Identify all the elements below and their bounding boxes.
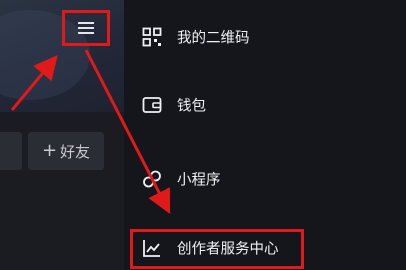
drawer-item-label: 我的二维码 — [177, 30, 250, 47]
drawer-item-label: 小程序 — [177, 172, 221, 189]
plus-icon: + — [41, 140, 58, 161]
menu-button[interactable] — [62, 10, 110, 46]
drawer-item-label: 钱包 — [177, 98, 206, 115]
drawer-item-label: 创作者服务中心 — [177, 241, 279, 258]
profile-pane: + 好友 — [0, 0, 124, 270]
qr-code-icon — [142, 27, 162, 47]
creator-chart-icon — [143, 240, 160, 257]
drawer-item-wallet[interactable]: 钱包 — [124, 85, 406, 125]
edit-profile-button[interactable] — [0, 132, 22, 170]
add-friend-label: 好友 — [60, 142, 91, 161]
drawer-item-qr-code[interactable]: 我的二维码 — [124, 17, 406, 57]
wallet-icon — [142, 97, 162, 113]
drawer-item-creator-center[interactable]: 创作者服务中心 — [130, 229, 406, 267]
mini-program-icon — [143, 170, 161, 188]
drawer-item-mini-program[interactable]: 小程序 — [124, 159, 406, 199]
hamburger-menu-icon — [78, 22, 94, 34]
add-friend-button[interactable]: + 好友 — [28, 132, 104, 170]
